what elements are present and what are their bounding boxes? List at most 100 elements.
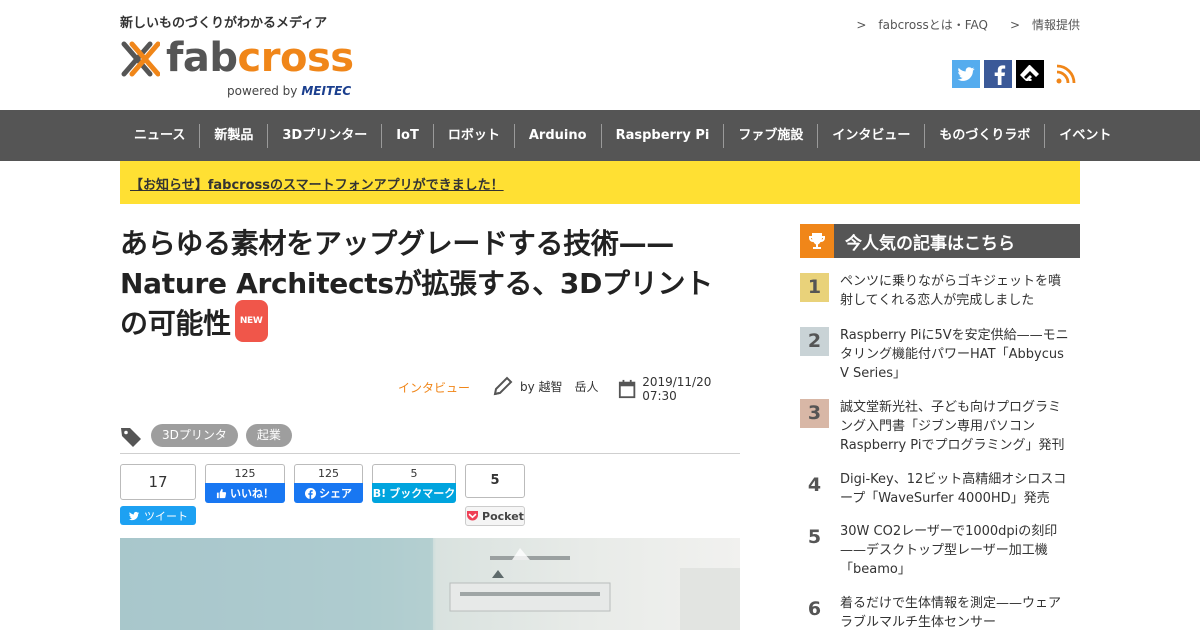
site-header: 新しいものづくりがわかるメディア fabcross powered by MEIT… bbox=[0, 0, 1200, 110]
share-count: 125 bbox=[294, 464, 363, 483]
hatena-bookmark-widget: 5 B! ブックマーク bbox=[372, 464, 456, 504]
trophy-icon bbox=[800, 224, 834, 258]
popular-articles-header: 今人気の記事はこちら bbox=[800, 224, 1080, 258]
ranking-item[interactable]: 5 30W CO2レーザーで1000dpiの刻印 ——デスクトップ型レーザー加工機「… bbox=[800, 522, 1080, 579]
ranking-title-line: 着るだけで生体情報を測定——ウェア bbox=[840, 596, 1062, 611]
tag-list: 3Dプリンタ 起業 bbox=[120, 424, 740, 454]
like-label: いいね！ bbox=[230, 487, 274, 500]
ranking-title-line: ラブルマルチ生体センサー bbox=[840, 615, 997, 630]
notice-link[interactable]: 【お知らせ】fabcrossのスマートフォンアプリができました！ bbox=[130, 174, 504, 193]
powered-by-text: powered by bbox=[227, 84, 298, 98]
pocket-widget: 5 Pocket bbox=[465, 464, 525, 526]
meitec-text: MEITEC bbox=[301, 84, 352, 98]
ranking-item[interactable]: 2 Raspberry Piに5Vを安定供給——モニ タリング機能付パワーHAT「A… bbox=[800, 326, 1080, 383]
ranking-title-line: 「beamo」 bbox=[840, 562, 911, 577]
facebook-share-widget: 125 シェア bbox=[294, 464, 363, 504]
ranking-title-line: ープ「WaveSurfer 4000HD」発売 bbox=[840, 491, 1050, 506]
article-hero-image bbox=[120, 538, 740, 630]
logo-cross-mark-icon bbox=[121, 41, 160, 77]
tag-icon bbox=[121, 428, 141, 447]
like-count: 125 bbox=[205, 464, 285, 483]
logo-fab: fab bbox=[166, 35, 238, 81]
ranking-title: Digi-Key、12ビット高精細オシロスコ ープ「WaveSurfer 4000… bbox=[840, 470, 1080, 508]
calendar-icon bbox=[618, 379, 636, 399]
ranking-title-line: Digi-Key、12ビット高精細オシロスコ bbox=[840, 472, 1067, 487]
nav-item-arduino[interactable]: Arduino bbox=[515, 123, 602, 148]
tweet-count: 17 bbox=[120, 464, 196, 500]
thumbs-up-icon bbox=[216, 488, 227, 498]
facebook-icon[interactable] bbox=[984, 60, 1012, 88]
pocket-count: 5 bbox=[465, 464, 525, 498]
logo-wordmark: fabcross bbox=[166, 32, 354, 84]
facebook-circle-icon bbox=[305, 487, 316, 499]
ranking-title: 30W CO2レーザーで1000dpiの刻印 ——デスクトップ型レーザー加工機 「b… bbox=[840, 522, 1080, 579]
top-link-about[interactable]: > fabcrossとは・FAQ bbox=[856, 16, 988, 33]
ranking-title-line: タリング機能付パワーHAT「Abbycus bbox=[840, 347, 1064, 362]
feedly-icon[interactable] bbox=[1016, 60, 1044, 88]
nav-item-news[interactable]: ニュース bbox=[120, 123, 201, 148]
ranking-title-line: 誠文堂新光社、子ども向けプログラミ bbox=[840, 400, 1062, 415]
article-title: あらゆる素材をアップグレードする技術—— Nature Architectsが拡… bbox=[120, 224, 740, 346]
article-header: あらゆる素材をアップグレードする技術—— Nature Architectsが拡… bbox=[120, 224, 740, 346]
article-date: 2019/11/20 07:30 bbox=[618, 375, 740, 403]
hatena-bookmark-button[interactable]: B! ブックマーク bbox=[372, 483, 456, 503]
ranking-title: 誠文堂新光社、子ども向けプログラミ ング入門書「ジブン専用パソコン Raspberr… bbox=[840, 398, 1080, 455]
author-name[interactable]: by 越智 岳人 bbox=[520, 378, 599, 395]
twitter-icon[interactable] bbox=[952, 60, 980, 88]
global-nav: ニュース 新製品 3Dプリンター IoT ロボット Arduino Raspbe… bbox=[0, 110, 1200, 161]
ranking-title: ペンツに乗りながらゴキジェットを噴 射してくれる恋人が完成しました bbox=[840, 272, 1080, 310]
nav-item-fab-facility[interactable]: ファブ施設 bbox=[724, 123, 819, 148]
ranking-title-line: ペンツに乗りながらゴキジェットを噴 bbox=[840, 274, 1062, 289]
nav-item-interview[interactable]: インタビュー bbox=[818, 123, 926, 148]
notice-banner: 【お知らせ】fabcrossのスマートフォンアプリができました！ bbox=[120, 161, 1080, 204]
rss-icon[interactable] bbox=[1052, 60, 1080, 88]
nav-item-monozukuri-lab[interactable]: ものづくりラボ bbox=[925, 123, 1046, 148]
ranking-number: 2 bbox=[800, 327, 829, 356]
hatena-label: ブックマーク bbox=[389, 487, 456, 500]
ranking-number: 1 bbox=[800, 273, 829, 302]
nav-item-robot[interactable]: ロボット bbox=[434, 123, 515, 148]
nav-item-3d-printer[interactable]: 3Dプリンター bbox=[268, 123, 383, 148]
hero-photo-illustration bbox=[120, 538, 740, 630]
nav-item-new-products[interactable]: 新製品 bbox=[200, 123, 269, 148]
ranking-item[interactable]: 6 着るだけで生体情報を測定——ウェア ラブルマルチ生体センサー bbox=[800, 594, 1080, 632]
facebook-share-button[interactable]: シェア bbox=[294, 483, 363, 503]
ranking-number: 4 bbox=[807, 474, 822, 496]
tweet-button[interactable]: ツイート bbox=[120, 506, 196, 525]
tag-startup[interactable]: 起業 bbox=[245, 424, 292, 447]
popular-articles-title: 今人気の記事はこちら bbox=[845, 233, 1015, 254]
ranking-number: 3 bbox=[800, 399, 829, 428]
nav-item-iot[interactable]: IoT bbox=[382, 123, 434, 148]
ranking-title-line: ング入門書「ジブン専用パソコン bbox=[840, 419, 1036, 434]
article-title-line-3: の可能性 bbox=[120, 307, 231, 340]
hatena-b-icon: B! bbox=[372, 486, 387, 500]
ranking-item[interactable]: 1 ペンツに乗りながらゴキジェットを噴 射してくれる恋人が完成しました bbox=[800, 272, 1080, 310]
article-title-line-1: あらゆる素材をアップグレードする技術—— bbox=[120, 227, 675, 260]
ranking-item[interactable]: 3 誠文堂新光社、子ども向けプログラミ ング入門書「ジブン専用パソコン Raspber… bbox=[800, 398, 1080, 455]
ranking-number: 5 bbox=[807, 526, 822, 548]
tweet-label: ツイート bbox=[144, 509, 188, 523]
nav-item-raspberry-pi[interactable]: Raspberry Pi bbox=[602, 123, 725, 148]
share-label: シェア bbox=[319, 487, 352, 500]
ranking-title: 着るだけで生体情報を測定——ウェア ラブルマルチ生体センサー bbox=[840, 594, 1080, 632]
logo-cross: cross bbox=[237, 35, 355, 81]
publish-date: 2019/11/20 07:30 bbox=[642, 375, 712, 403]
ranking-item[interactable]: 4 Digi-Key、12ビット高精細オシロスコ ープ「WaveSurfer 400… bbox=[800, 470, 1080, 508]
top-links: > fabcrossとは・FAQ > 情報提供 bbox=[856, 16, 1080, 33]
nav-item-event[interactable]: イベント bbox=[1045, 124, 1125, 148]
ranking-title-line: V Series」 bbox=[840, 366, 907, 381]
facebook-like-widget: 125 いいね！ bbox=[205, 464, 285, 504]
top-link-submit-info[interactable]: > 情報提供 bbox=[1010, 16, 1080, 33]
social-links bbox=[952, 60, 1080, 88]
article-meta: インタビュー by 越智 岳人 2019/11/20 07:30 bbox=[120, 375, 740, 403]
article-category-link[interactable]: インタビュー bbox=[398, 379, 470, 396]
article-author: by 越智 岳人 bbox=[492, 375, 599, 397]
pocket-button[interactable]: Pocket bbox=[465, 506, 525, 526]
popular-articles-sidebar: 今人気の記事はこちら bbox=[800, 224, 1080, 258]
fabcross-logo[interactable]: fabcross powered by MEITEC bbox=[120, 35, 365, 100]
pocket-label: Pocket bbox=[482, 509, 524, 523]
twitter-bird-icon bbox=[129, 511, 140, 520]
tag-3d-printer[interactable]: 3Dプリンタ bbox=[151, 424, 238, 447]
ranking-title-line: Raspberry Piでプログラミング」発刊 bbox=[840, 438, 1065, 453]
facebook-like-button[interactable]: いいね！ bbox=[205, 483, 285, 503]
